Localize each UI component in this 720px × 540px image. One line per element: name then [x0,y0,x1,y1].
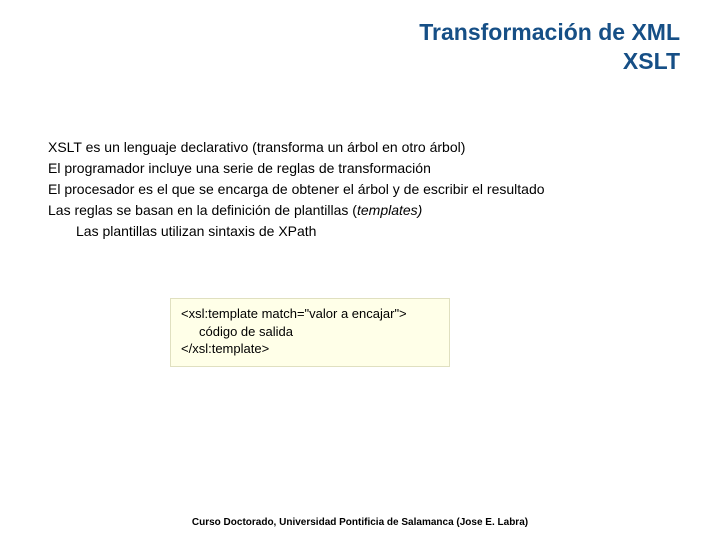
slide-footer: Curso Doctorado, Universidad Pontificia … [0,517,720,528]
slide-body: XSLT es un lenguaje declarativo (transfo… [48,138,680,242]
slide-title: Transformación de XML XSLT [419,18,680,76]
code-line-1: <xsl:template match="valor a encajar"> [181,305,439,323]
body-line-5: Las plantillas utilizan sintaxis de XPat… [48,222,680,241]
code-box: <xsl:template match="valor a encajar"> c… [170,298,450,367]
title-line-1: Transformación de XML [419,18,680,47]
code-line-2: código de salida [181,323,439,341]
body-line-1: XSLT es un lenguaje declarativo (transfo… [48,138,680,157]
body-line-4-italic: templates) [357,202,422,218]
title-line-2: XSLT [419,47,680,76]
body-line-3: El procesador es el que se encarga de ob… [48,180,680,199]
body-line-4: Las reglas se basan en la definición de … [48,201,680,220]
body-line-2: El programador incluye una serie de regl… [48,159,680,178]
slide: Transformación de XML XSLT XSLT es un le… [0,0,720,540]
code-line-3: </xsl:template> [181,340,439,358]
body-line-4-prefix: Las reglas se basan en la definición de … [48,202,357,218]
